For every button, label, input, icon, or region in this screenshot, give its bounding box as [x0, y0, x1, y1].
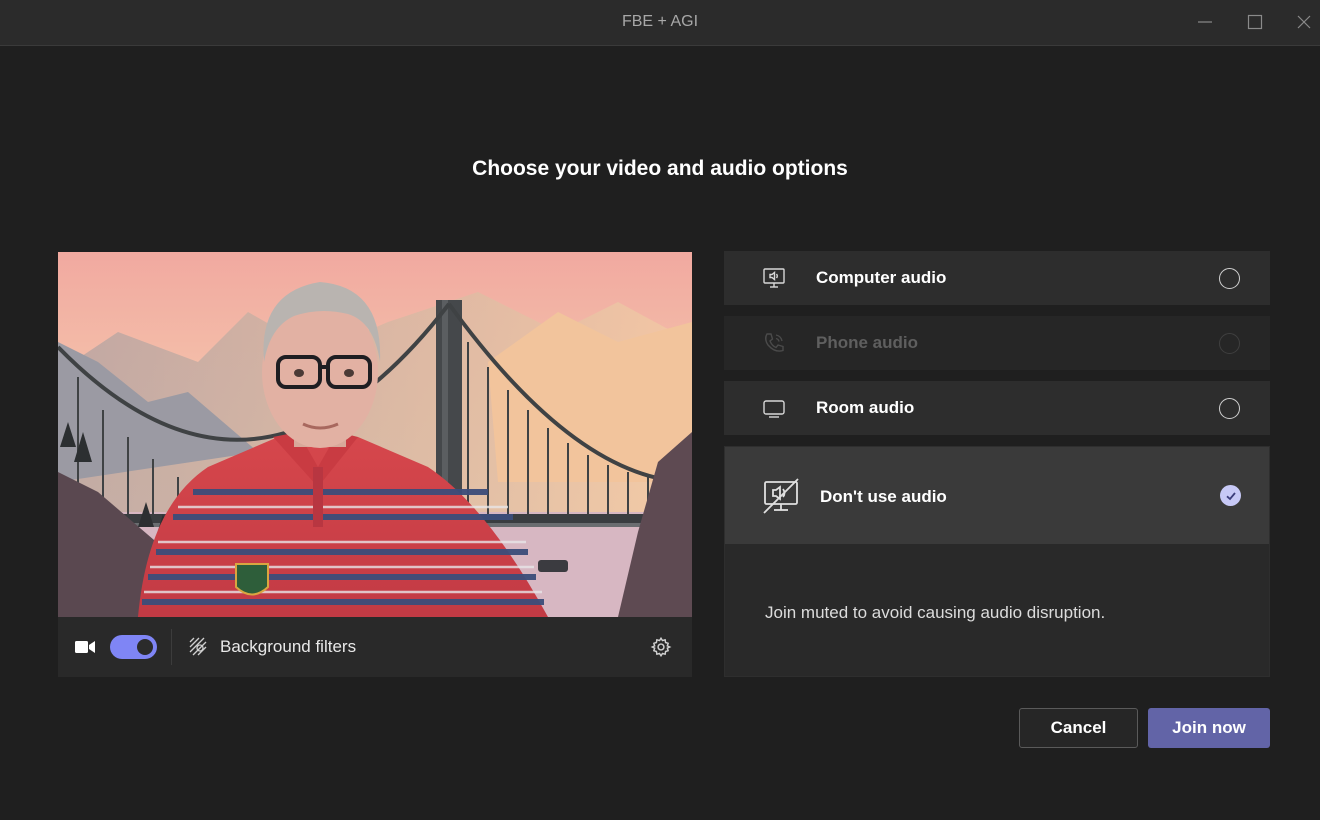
computer-speaker-icon — [763, 268, 785, 288]
phone-audio-label: Phone audio — [816, 333, 918, 352]
no-audio-icon — [763, 478, 799, 514]
no-audio-label: Don't use audio — [820, 487, 947, 506]
background-filters-label: Background filters — [220, 637, 357, 656]
video-controls-bar: Background filters — [58, 617, 692, 677]
camera-preview-image — [58, 252, 692, 617]
minimize-button[interactable] — [1190, 8, 1220, 36]
background-effects-icon — [189, 637, 207, 656]
gear-icon[interactable] — [650, 636, 672, 658]
controls-divider — [171, 629, 172, 665]
maximize-icon — [1247, 14, 1263, 30]
phone-icon — [765, 333, 784, 352]
page-title: Choose your video and audio options — [472, 157, 848, 180]
minimize-icon — [1198, 21, 1212, 23]
camera-toggle[interactable] — [110, 635, 157, 659]
window-title: FBE + AGI — [621, 13, 699, 30]
computer-audio-radio[interactable] — [1219, 268, 1240, 289]
computer-audio-option[interactable]: Computer audio — [724, 251, 1270, 305]
room-audio-label: Room audio — [816, 398, 915, 417]
title-bar: FBE + AGI — [0, 0, 1320, 46]
room-audio-radio[interactable] — [1219, 398, 1240, 419]
no-audio-description: Join muted to avoid causing audio disrup… — [765, 603, 1106, 622]
video-preview-panel: Background filters — [58, 252, 692, 677]
phone-audio-option: Phone audio — [724, 316, 1270, 370]
camera-preview — [58, 252, 692, 617]
join-now-button[interactable]: Join now — [1148, 708, 1270, 748]
checkmark-icon — [1225, 491, 1236, 500]
room-display-icon — [763, 400, 785, 418]
cancel-button[interactable]: Cancel — [1019, 708, 1138, 748]
room-audio-option[interactable]: Room audio — [724, 381, 1270, 435]
computer-audio-label: Computer audio — [816, 268, 947, 287]
no-audio-option[interactable]: Don't use audio — [725, 447, 1269, 544]
maximize-button[interactable] — [1240, 8, 1270, 36]
close-icon — [1297, 15, 1311, 29]
phone-audio-radio — [1219, 333, 1240, 354]
no-audio-radio-selected[interactable] — [1220, 485, 1241, 506]
video-camera-icon — [75, 641, 95, 653]
no-audio-option-panel: Don't use audio Join muted to avoid caus… — [724, 446, 1270, 677]
close-button[interactable] — [1289, 8, 1319, 36]
background-filters-button[interactable]: Background filters — [188, 631, 356, 663]
camera-toggle-knob — [137, 639, 153, 655]
